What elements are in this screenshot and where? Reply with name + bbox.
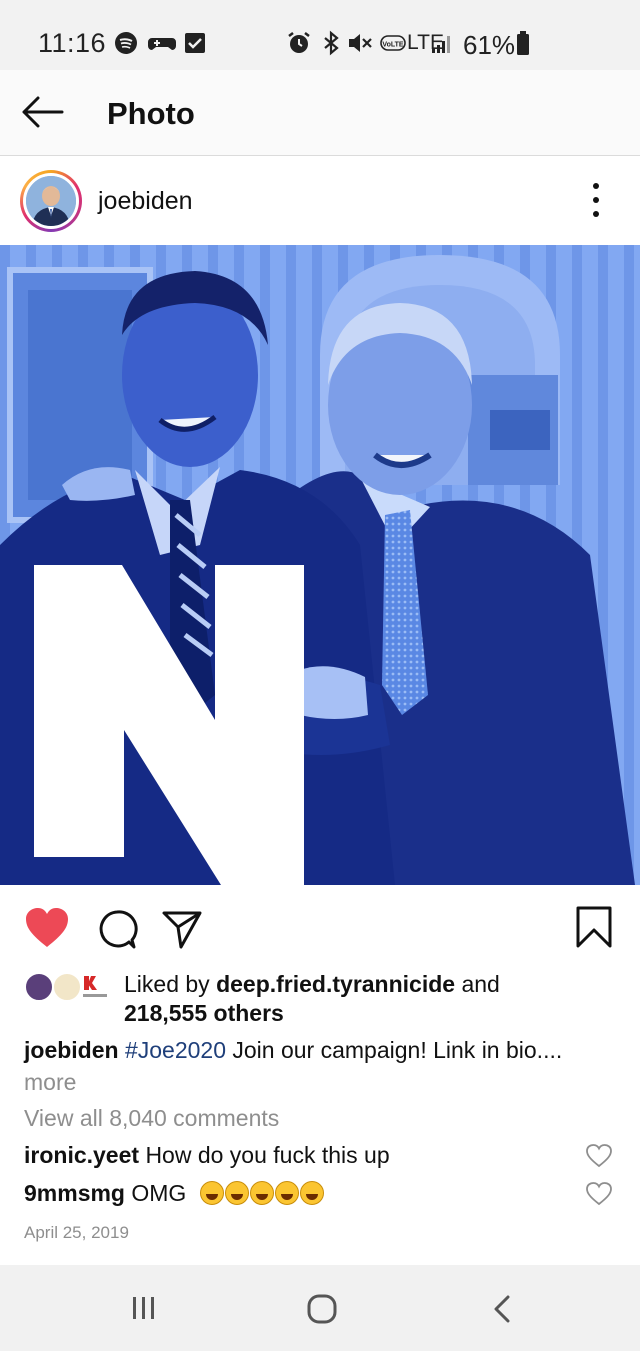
comment-text: How do you fuck this up [145,1142,390,1168]
liker-username[interactable]: deep.fried.tyrannicide [216,971,455,997]
game-controller-icon [148,30,176,56]
comment-username[interactable]: ironic.yeet [24,1142,139,1168]
status-bar: 11:16 VoLTE LTE 61% [0,0,640,70]
caption-more-link[interactable]: more [24,1066,614,1098]
liker-avatar [52,972,82,1002]
mute-icon [346,30,374,56]
volte-icon: VoLTE [380,30,406,56]
bluetooth-icon [320,30,342,56]
page-title: Photo [107,96,195,131]
post-actions [0,885,640,965]
likes-prefix: Liked by [124,971,217,997]
post-header: joebiden [0,157,640,245]
liker-avatar [80,972,110,1002]
post-image[interactable]: N [0,245,640,885]
alarm-icon [286,30,312,56]
avatar[interactable] [20,170,82,232]
status-time: 11:16 [38,28,107,58]
comment-icon[interactable] [96,909,138,956]
home-icon[interactable] [306,1293,338,1330]
post-date: April 25, 2019 [24,1223,129,1242]
comment-username[interactable]: 9mmsmg [24,1180,125,1206]
post-username[interactable]: joebiden [98,187,193,216]
comment-row: ironic.yeet How do you fuck this up [24,1142,614,1176]
comment-like-icon[interactable] [586,1144,612,1168]
recents-icon[interactable] [130,1293,158,1328]
liker-avatars [24,972,114,1002]
caption-text: Join our campaign! Link in bio.... [226,1037,563,1063]
nav-back-icon[interactable] [490,1293,514,1330]
signal-icon [431,30,455,56]
more-options-icon[interactable] [586,183,606,217]
battery-icon [516,30,530,56]
avatar-photo [26,176,76,226]
caption-hashtag[interactable]: #Joe2020 [125,1037,226,1063]
likes-joiner: and [455,971,500,997]
caption-username[interactable]: joebiden [24,1037,119,1063]
view-all-comments-link[interactable]: View all 8,040 comments [24,1105,279,1132]
svg-text:VoLTE: VoLTE [382,42,403,49]
post-caption: joebiden #Joe2020 Join our campaign! Lin… [24,1034,614,1098]
send-icon[interactable] [160,907,204,956]
heart-filled-icon[interactable] [24,907,70,954]
laughing-emoji-icon [199,1180,324,1206]
likes-others[interactable]: 218,555 others [124,1000,284,1026]
likes-text: Liked by deep.fried.tyrannicide and 218,… [124,970,500,1028]
comment-text: OMG [131,1180,187,1206]
liker-avatar [24,972,54,1002]
system-nav-bar [0,1265,640,1351]
likes-summary[interactable]: Liked by deep.fried.tyrannicide and 218,… [24,968,624,1030]
bookmark-icon[interactable] [574,905,614,954]
comment-like-icon[interactable] [586,1182,612,1206]
checkbox-icon [184,30,206,56]
back-arrow-icon[interactable] [18,92,66,132]
battery-percent: 61% [463,30,516,60]
post-photo: N [0,245,640,885]
spotify-icon [114,30,138,56]
app-bar: Photo [0,70,640,156]
comment-row: 9mmsmg OMG [24,1180,614,1214]
